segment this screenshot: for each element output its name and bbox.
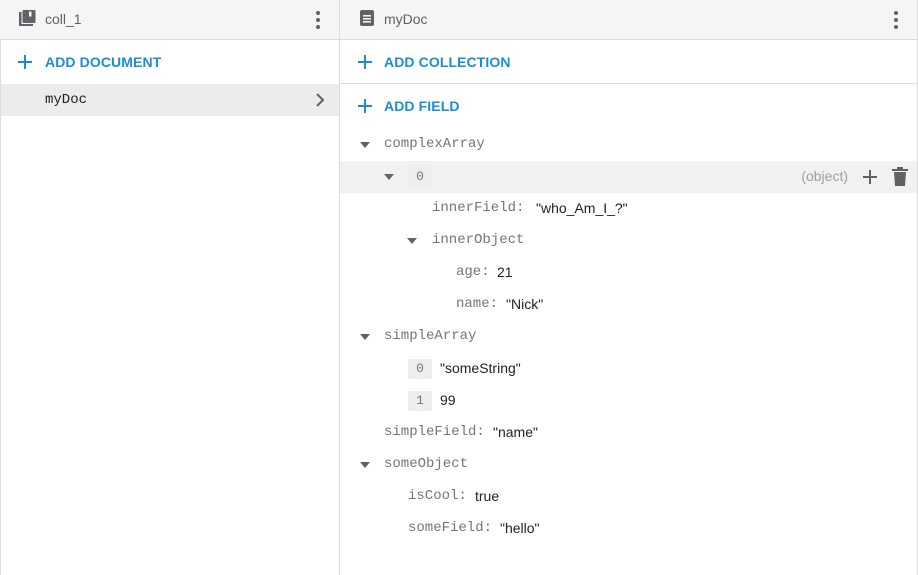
field-row-simpleArray-1[interactable]: 1 99: [340, 385, 918, 417]
collection-header: coll_1: [0, 0, 339, 40]
add-collection-button[interactable]: ADD COLLECTION: [340, 40, 918, 84]
field-row-age[interactable]: age: 21: [340, 257, 918, 289]
field-row-name[interactable]: name: "Nick": [340, 289, 918, 321]
field-key: age:: [456, 264, 490, 280]
field-row-someField[interactable]: someField: "hello": [340, 513, 918, 545]
field-key: simpleArray: [384, 328, 477, 344]
document-header: myDoc: [340, 0, 918, 40]
field-value[interactable]: "who_Am_I_?": [536, 200, 628, 216]
field-value[interactable]: true: [475, 488, 499, 504]
field-key: complexArray: [384, 136, 485, 152]
caret-down-icon[interactable]: [360, 334, 370, 340]
add-collection-label: ADD COLLECTION: [384, 54, 511, 70]
field-key: simpleField:: [384, 424, 485, 440]
document-name: myDoc: [45, 92, 88, 108]
field-value[interactable]: 21: [497, 264, 513, 280]
caret-down-icon[interactable]: [407, 238, 417, 244]
plus-icon: [18, 55, 32, 69]
field-row-someObject[interactable]: someObject: [340, 449, 918, 481]
field-key: someField:: [408, 520, 493, 536]
plus-icon: [358, 99, 372, 113]
add-field-label: ADD FIELD: [384, 98, 460, 114]
field-value[interactable]: 99: [440, 392, 456, 408]
caret-down-icon[interactable]: [384, 174, 394, 180]
document-panel: myDoc ADD COLLECTION ADD FIELD complexAr…: [340, 0, 918, 575]
field-row-innerObject[interactable]: innerObject: [340, 225, 918, 257]
add-subfield-icon[interactable]: [862, 169, 878, 185]
field-key: innerObject: [432, 232, 525, 248]
field-row-simpleArray-0[interactable]: 0 "someString": [340, 353, 918, 385]
collection-title: coll_1: [45, 11, 82, 27]
array-index-badge: 0: [408, 167, 432, 187]
document-more-menu-icon[interactable]: [886, 10, 906, 30]
field-row-simpleField[interactable]: simpleField: "name": [340, 417, 918, 449]
trash-icon[interactable]: [891, 167, 909, 187]
add-document-button[interactable]: ADD DOCUMENT: [0, 40, 339, 84]
field-key: name:: [456, 296, 499, 312]
caret-down-icon[interactable]: [360, 462, 370, 468]
field-row-innerField[interactable]: innerField: "who_Am_I_?": [340, 193, 918, 225]
add-document-label: ADD DOCUMENT: [45, 54, 162, 70]
collection-icon: [19, 10, 36, 26]
caret-down-icon[interactable]: [360, 142, 370, 148]
field-value[interactable]: "hello": [500, 520, 540, 536]
field-value[interactable]: "name": [493, 424, 538, 440]
plus-icon: [358, 55, 372, 69]
field-key: isCool:: [408, 488, 467, 504]
field-row-simpleArray[interactable]: simpleArray: [340, 321, 918, 353]
add-field-button[interactable]: ADD FIELD: [340, 84, 918, 128]
field-row-isCool[interactable]: isCool: true: [340, 481, 918, 513]
field-key: innerField:: [432, 200, 525, 216]
collection-more-menu-icon[interactable]: [308, 10, 328, 30]
document-list-item[interactable]: myDoc: [1, 84, 339, 116]
array-index-badge: 1: [408, 391, 432, 411]
chevron-right-icon: [316, 93, 325, 107]
type-hint: (object): [801, 168, 848, 184]
collection-panel: coll_1 ADD DOCUMENT myDoc: [0, 0, 340, 575]
field-key: someObject: [384, 456, 469, 472]
array-index-badge: 0: [408, 359, 432, 379]
field-value[interactable]: "someString": [440, 360, 521, 376]
document-title: myDoc: [384, 11, 428, 27]
field-row-complexArray-0[interactable]: 0 (object): [340, 161, 918, 193]
field-row-complexArray[interactable]: complexArray: [340, 129, 918, 161]
field-value[interactable]: "Nick": [506, 296, 543, 312]
document-icon: [360, 10, 374, 26]
